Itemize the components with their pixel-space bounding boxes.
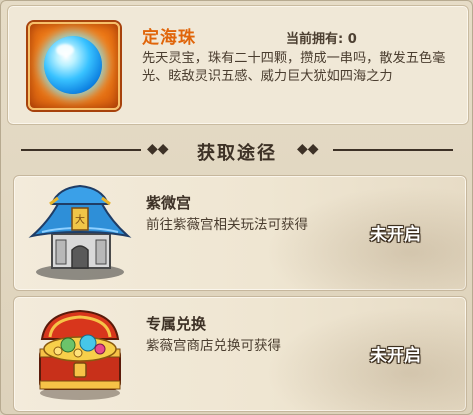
diamond-ornament-icon: ◆◆ (297, 141, 319, 157)
source-description: 紫薇宫商店兑换可获得 (146, 338, 281, 354)
item-info-panel: 定海珠 当前拥有: 0 先天灵宝，珠有二十四颗，攒成一串吗，散发五色毫光、眩敌灵… (7, 5, 469, 125)
section-divider: ◆◆ 获取途径 ◆◆ (1, 137, 472, 164)
source-row-exclusive-exchange[interactable]: 专属兑换 紫薇宫商店兑换可获得 未开启 (13, 296, 467, 412)
owned-count: 当前拥有: 0 (286, 28, 357, 47)
divider-line-right (333, 149, 453, 151)
item-name: 定海珠 (142, 28, 196, 48)
palace-building-icon: 大 (28, 184, 132, 280)
source-status: 未开启 (370, 225, 421, 245)
diamond-ornament-icon: ◆◆ (147, 141, 169, 157)
source-title: 专属兑换 (146, 315, 207, 333)
source-row-ziweigong[interactable]: 大 紫微宫 前往紫薇宫相关玩法可获得 未开启 (13, 175, 467, 291)
item-icon-frame (28, 22, 120, 110)
source-title: 紫微宫 (146, 194, 192, 212)
sea-pearl-orb-icon (44, 36, 102, 94)
source-description: 前往紫薇宫相关玩法可获得 (146, 217, 308, 233)
source-status: 未开启 (370, 346, 421, 366)
item-description: 先天灵宝，珠有二十四颗，攒成一串吗，散发五色毫光、眩敌灵识五感、威力巨大犹如四海… (142, 51, 446, 84)
svg-text:大: 大 (75, 213, 85, 226)
divider-line-left (21, 149, 141, 151)
treasure-chest-icon (39, 309, 121, 400)
owned-label: 当前拥有: (286, 32, 344, 47)
section-title: 获取途径 (197, 143, 277, 164)
item-source-window: 定海珠 当前拥有: 0 先天灵宝，珠有二十四颗，攒成一串吗，散发五色毫光、眩敌灵… (0, 0, 473, 415)
owned-value: 0 (347, 32, 357, 47)
